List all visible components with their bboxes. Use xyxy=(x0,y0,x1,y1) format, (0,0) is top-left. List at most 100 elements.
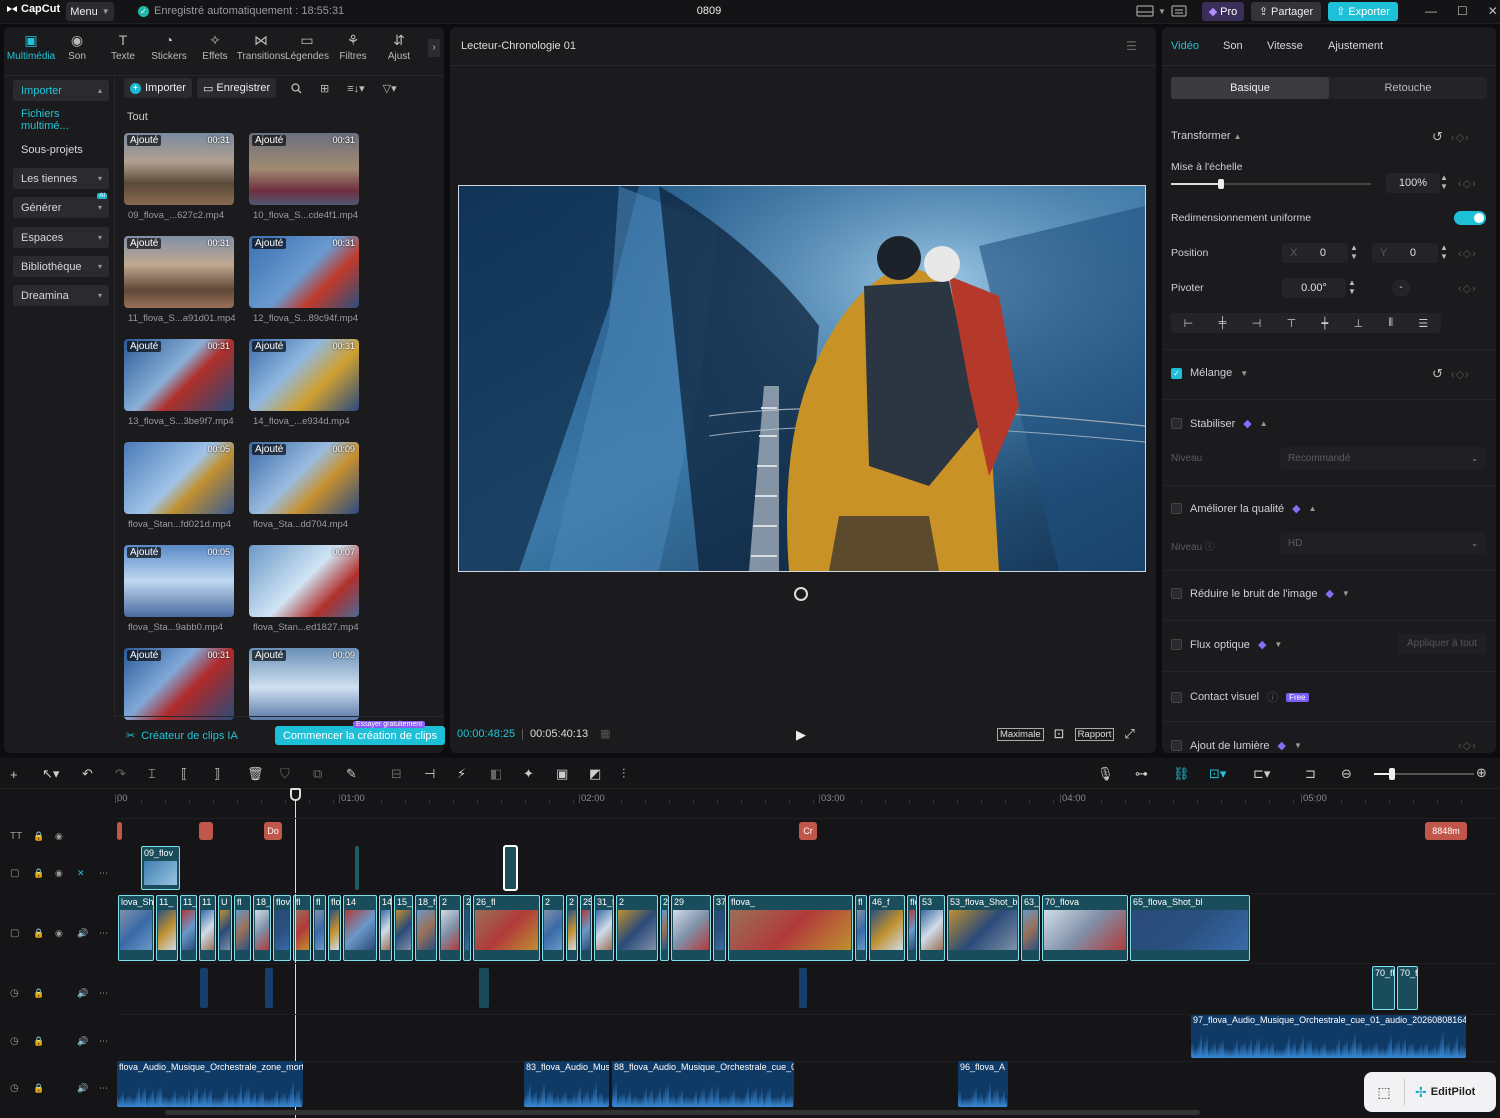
chevron-down-icon[interactable]: ▼ xyxy=(1158,7,1166,16)
main-clip[interactable]: lova_Sh xyxy=(118,895,154,961)
optical-flow-section[interactable]: Flux optique ◆ ▼ xyxy=(1171,638,1282,651)
lock-icon[interactable]: 🔒 xyxy=(33,1036,44,1047)
lock-icon[interactable]: 🔒 xyxy=(33,928,44,939)
music-clip[interactable]: flova_Audio_Musique_Orchestrale_zone_mor… xyxy=(117,1061,303,1107)
denoise-checkbox[interactable] xyxy=(1171,588,1182,599)
volume-icon[interactable]: 🔊 xyxy=(77,988,88,999)
main-clip[interactable]: 26_fl xyxy=(473,895,540,961)
light-section[interactable]: Ajout de lumière ◆ ▼ xyxy=(1171,739,1302,752)
scale-slider[interactable] xyxy=(1171,179,1371,189)
main-clip[interactable]: flov xyxy=(273,895,291,961)
rotate-value-field[interactable]: 0.00° xyxy=(1282,278,1346,298)
more-icon[interactable]: ⋯ xyxy=(99,868,108,879)
zoom-out-icon[interactable]: ⊖ xyxy=(1341,766,1369,782)
tool-tab-effects[interactable]: ✧ Effets xyxy=(192,31,238,63)
undo-icon[interactable]: ↶ xyxy=(82,766,115,782)
audio-track-icon[interactable]: ◷ xyxy=(10,1083,19,1094)
fit-screen-icon[interactable]: ⊡ xyxy=(1054,726,1065,742)
text-marker[interactable] xyxy=(199,822,213,840)
zoom-in-icon[interactable]: ⊕ xyxy=(1476,765,1487,781)
text-marker[interactable] xyxy=(117,822,122,840)
media-thumbnail[interactable]: Ajouté 00:31 xyxy=(124,133,234,205)
align-top-icon[interactable]: ⊤ xyxy=(1287,317,1297,330)
main-clip[interactable]: 25 xyxy=(580,895,592,961)
main-clip[interactable]: 37_flova_Shot_bloc6_La_7 xyxy=(713,895,726,961)
ai-clip-creator[interactable]: ✂ Créateur de clips IA xyxy=(126,729,238,743)
main-clip[interactable]: 14_fl xyxy=(379,895,392,961)
nav-item-0[interactable]: Importer ▴ xyxy=(13,80,109,101)
tool-tab-adjust[interactable]: ⇵ Ajust xyxy=(376,31,422,63)
mirror-icon[interactable]: ◧ xyxy=(490,766,523,782)
text-marker[interactable]: Cr xyxy=(799,822,817,840)
menu-lines-icon[interactable]: ☰ xyxy=(1126,39,1137,53)
lock-icon[interactable]: 🔒 xyxy=(33,868,44,879)
grid-view-icon[interactable]: ⊞ xyxy=(320,82,329,95)
property-tab-0[interactable]: Vidéo xyxy=(1171,40,1223,52)
blend-checkbox[interactable]: ✓ xyxy=(1171,367,1182,379)
minimize-icon[interactable]: — xyxy=(1425,4,1437,18)
main-clip[interactable]: 65_flova_Shot_bl xyxy=(1130,895,1250,961)
lock-icon[interactable]: 🔒 xyxy=(33,831,44,842)
tool-tab-sticker[interactable]: ◔ Stickers xyxy=(146,31,192,62)
sort-icon[interactable]: ≡↓▾ xyxy=(347,82,364,95)
zoom-slider-knob[interactable] xyxy=(1389,768,1395,780)
main-clip[interactable]: 11_ xyxy=(156,895,178,961)
trim-icon[interactable]: ⊣ xyxy=(424,766,457,782)
layout-icon[interactable] xyxy=(1136,4,1154,18)
align-left-icon[interactable]: ⊢ xyxy=(1184,317,1194,330)
text-track-icon[interactable]: TT xyxy=(10,831,22,842)
tool-tab-audio[interactable]: ◉ Son xyxy=(54,31,100,63)
delete-icon[interactable]: 🗑 xyxy=(247,766,280,782)
preview-axis-icon[interactable]: ⊏▾ xyxy=(1253,766,1305,782)
media-thumbnail[interactable]: Ajouté 00:05 xyxy=(124,545,234,617)
audio-clip[interactable] xyxy=(479,968,489,1008)
media-thumbnail[interactable]: Ajouté 00:31 xyxy=(249,236,359,308)
text-marker[interactable]: Do xyxy=(264,822,282,840)
eye-icon[interactable]: ◉ xyxy=(55,928,63,939)
nav-item-5[interactable]: Espaces ▾ xyxy=(13,227,109,248)
magnet-icon[interactable]: ⊡▾ xyxy=(1209,766,1253,782)
reset-icon[interactable]: ↺ xyxy=(1432,366,1443,382)
main-clip[interactable]: 53 xyxy=(919,895,945,961)
search-icon[interactable] xyxy=(291,83,302,94)
eye-icon[interactable]: ◉ xyxy=(55,831,63,842)
rotation-dial-icon[interactable]: - xyxy=(1392,279,1410,297)
tool-tab-captions[interactable]: ▭ Légendes xyxy=(284,31,330,63)
main-clip[interactable]: 63_flova_Shot_bloc7_Le_sac xyxy=(1021,895,1040,961)
text-marker[interactable]: 8848m xyxy=(1425,822,1467,840)
distribute-v-icon[interactable]: ☰ xyxy=(1418,317,1428,330)
audio-track-icon[interactable]: ◷ xyxy=(10,988,19,999)
main-clip[interactable]: 31_flova xyxy=(594,895,614,961)
hd-icon[interactable]: ▣ xyxy=(556,766,589,782)
keyframe-icon[interactable]: ‹◇› xyxy=(1458,177,1477,190)
keyframe-icon[interactable]: ‹◇› xyxy=(1451,131,1470,144)
shortcut-icon[interactable] xyxy=(1170,4,1188,18)
volume-icon[interactable]: 🔊 xyxy=(77,928,88,939)
nav-item-2[interactable]: Sous-projets xyxy=(13,139,109,160)
main-clip[interactable]: 25_flova_Shot xyxy=(463,895,471,961)
position-x-field[interactable]: X0 xyxy=(1282,243,1348,263)
media-thumbnail[interactable]: Ajouté 00:31 xyxy=(124,648,234,720)
video-track-icon[interactable]: ▢ xyxy=(10,928,19,939)
redo-icon[interactable]: ↷ xyxy=(115,766,148,782)
main-clip[interactable]: 70_flova xyxy=(1042,895,1128,961)
main-clip[interactable]: 18_fl xyxy=(415,895,437,961)
media-thumbnail[interactable]: Ajouté 00:31 xyxy=(249,133,359,205)
import-button[interactable]: + Importer xyxy=(124,78,192,98)
maximize-icon[interactable]: ☐ xyxy=(1457,4,1468,18)
align-center-v-icon[interactable]: ┿ xyxy=(1322,317,1329,330)
y-stepper-icon[interactable]: ▲ ▼ xyxy=(1440,243,1448,261)
magic-wand-icon[interactable]: ✦ xyxy=(523,766,556,782)
property-tab-3[interactable]: Ajustement xyxy=(1328,40,1398,52)
media-thumbnail[interactable]: Ajouté 00:09 xyxy=(249,648,359,720)
split-left-icon[interactable]: ⟦ xyxy=(181,766,214,782)
timeline-grid-icon[interactable]: ▦ xyxy=(600,727,610,740)
tool-tab-media[interactable]: ▣ Multimédia xyxy=(7,31,55,63)
stabilize-section[interactable]: Stabiliser ◆ ▲ xyxy=(1171,417,1268,430)
media-thumbnail[interactable]: Ajouté 00:31 xyxy=(124,339,234,411)
add-track-icon[interactable]: + xyxy=(10,767,42,782)
media-thumbnail[interactable]: Ajouté 00:31 xyxy=(249,339,359,411)
link-icon[interactable]: ⊶ xyxy=(1135,766,1173,782)
split-icon[interactable]: ⌶ xyxy=(148,766,181,782)
nav-item-6[interactable]: Bibliothèque ▾ xyxy=(13,256,109,277)
